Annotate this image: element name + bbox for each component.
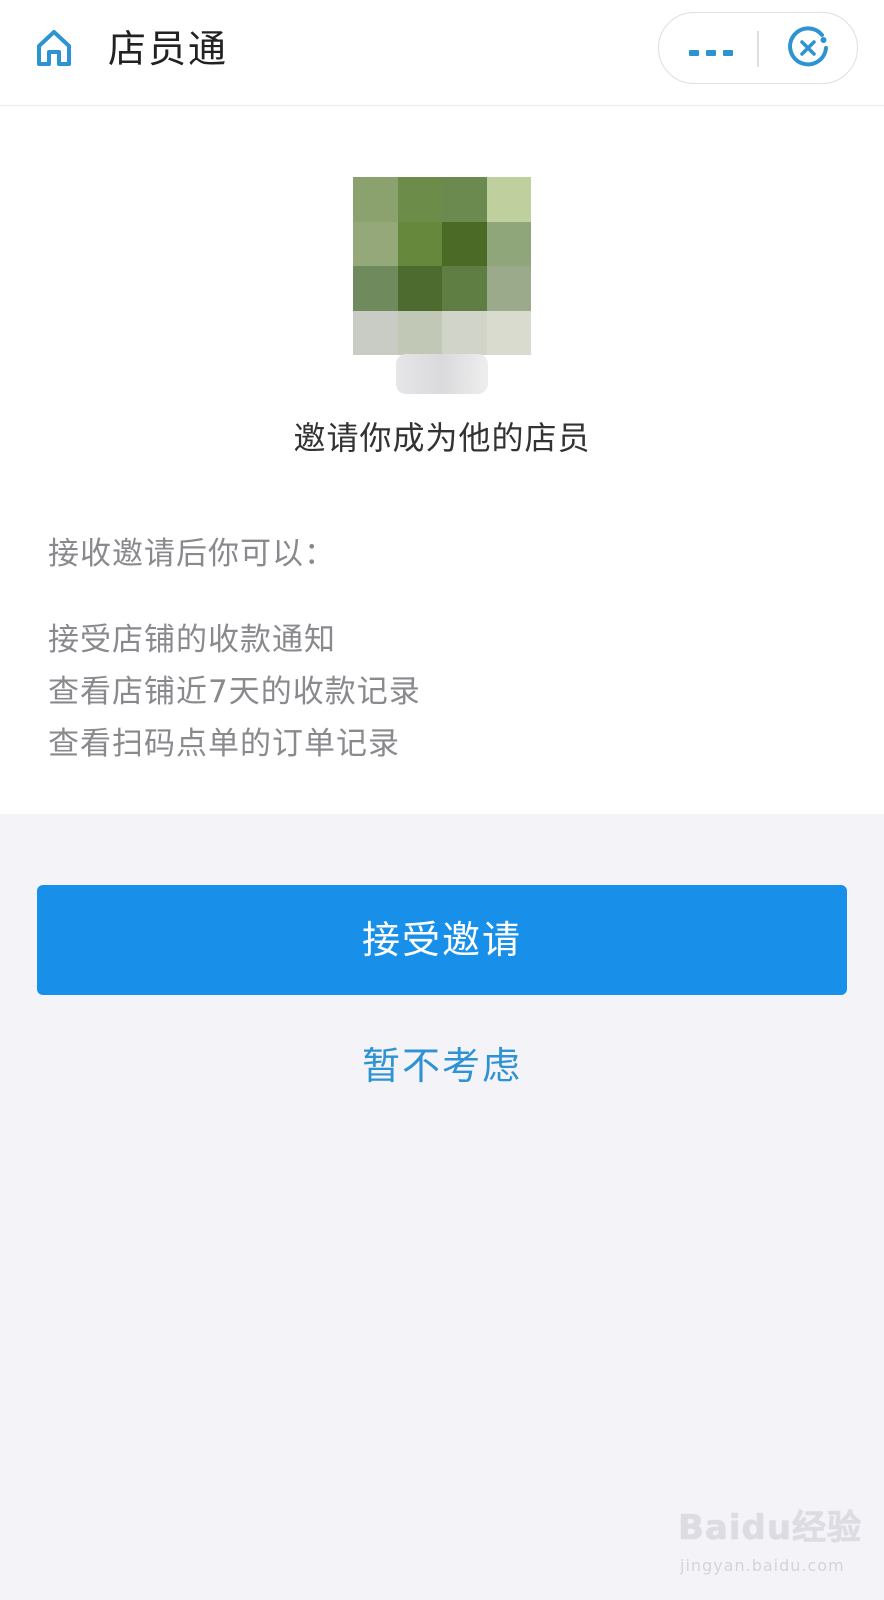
decline-invitation-link[interactable]: 暂不考虑 bbox=[0, 1040, 884, 1092]
mini-program-capsule bbox=[658, 12, 858, 84]
close-icon bbox=[785, 25, 831, 71]
benefit-item: 接受店铺的收款通知 bbox=[48, 622, 336, 658]
more-button[interactable] bbox=[659, 13, 757, 83]
watermark-url: jingyan.baidu.com bbox=[680, 1556, 845, 1575]
benefit-item: 查看扫码点单的订单记录 bbox=[48, 726, 400, 762]
baidu-jingyan-watermark: Baidu经验 jingyan.baidu.com bbox=[670, 1500, 870, 1590]
page-title: 店员通 bbox=[108, 27, 229, 71]
invitation-card: 邀请你成为他的店员 接收邀请后你可以： 接受店铺的收款通知 查看店铺近7天的收款… bbox=[0, 106, 884, 814]
benefit-item: 查看店铺近7天的收款记录 bbox=[48, 674, 421, 710]
benefits-heading: 接收邀请后你可以： bbox=[48, 536, 336, 572]
shop-owner-name-blurred bbox=[396, 354, 488, 394]
watermark-logo: Baidu经验 bbox=[678, 1508, 863, 1548]
avatar bbox=[353, 177, 531, 355]
more-icon bbox=[689, 43, 733, 56]
invite-message: 邀请你成为他的店员 bbox=[293, 419, 591, 457]
close-button[interactable] bbox=[759, 13, 857, 83]
navigation-bar: 店员通 bbox=[0, 0, 884, 106]
home-icon[interactable] bbox=[32, 26, 76, 70]
accept-invitation-button[interactable]: 接受邀请 bbox=[37, 885, 847, 995]
